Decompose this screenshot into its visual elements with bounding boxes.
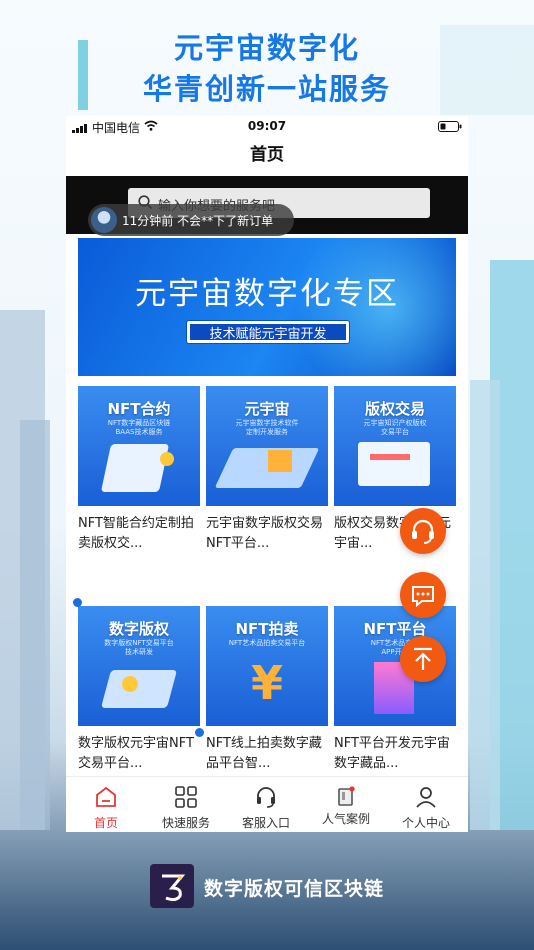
tab-quick-service[interactable]: 快速服务 <box>146 777 226 832</box>
promo-line-1: 元宇宙数字化 <box>173 31 360 65</box>
bottom-tab-bar: 首页 快速服务 客服入口 人气案例 个人中心 <box>66 776 468 832</box>
card-text: 元宇宙数字版权交易NFT平台... <box>206 516 324 551</box>
arrow-up-icon <box>414 647 432 670</box>
order-toast: 11分钟前 不会**下了新订单 <box>88 204 294 236</box>
platform-illustration <box>214 448 320 488</box>
status-bar: 中国电信 09:07 <box>66 116 468 138</box>
card-text: NFT线上拍卖数字藏品平台智... <box>206 736 322 771</box>
footer-brand-text: 数字版权可信区块链 <box>204 878 385 900</box>
chat-bubble-icon <box>412 586 434 608</box>
card-text: NFT智能合约定制拍卖版权交... <box>78 516 194 551</box>
tab-label: 快速服务 <box>161 816 210 830</box>
bg-bar-left-2 <box>20 420 50 830</box>
page-title: 首页 <box>250 145 284 165</box>
card-image: 数字版权 数字版权NFT交易平台 技术研发 <box>78 606 200 726</box>
service-card[interactable]: NFT平台 NFT艺术品交易 APP开发 NFT平台开发元宇宙数字藏品... <box>334 606 456 774</box>
customer-service-button[interactable] <box>400 508 446 554</box>
card-image-subtitle: NFT艺术品拍卖交易平台 <box>228 639 306 647</box>
book-icon <box>338 786 355 806</box>
avatar <box>91 207 117 233</box>
back-to-top-button[interactable] <box>400 636 446 682</box>
selection-handle[interactable] <box>73 598 82 607</box>
card-image: 元宇宙 元宇宙数字技术软件 定制开发服务 <box>206 386 328 506</box>
card-image-title: NFT拍卖 <box>235 620 299 638</box>
bg-bar-right-2 <box>470 380 500 830</box>
coin-icon <box>160 452 174 466</box>
tab-popular-cases[interactable]: 人气案例 <box>306 777 386 832</box>
card-image-subtitle: NFT数字藏品区块链 BAAS技术服务 <box>107 419 171 436</box>
tab-label: 个人中心 <box>401 816 450 830</box>
chart-icon <box>370 454 410 460</box>
service-card[interactable]: 元宇宙 元宇宙数字技术软件 定制开发服务 元宇宙数字版权交易NFT平台... <box>206 386 328 554</box>
tab-label: 人气案例 <box>321 812 370 826</box>
contract-document-icon <box>100 444 170 492</box>
banner-title: 元宇宙数字化专区 <box>135 276 399 312</box>
card-image: 版权交易 元宇宙知识产权版权 交易平台 <box>334 386 456 506</box>
banner-subtitle-pill: 技术赋能元宇宙开发 <box>186 320 350 344</box>
card-image-title: 元宇宙 <box>244 400 290 418</box>
grid-icon <box>175 786 197 808</box>
card-text: 数字版权元宇宙NFT交易平台... <box>78 736 194 771</box>
card-image: NFT拍卖 NFT艺术品拍卖交易平台 ¥ <box>206 606 328 726</box>
card-image-subtitle: 元宇宙数字技术软件 定制开发服务 <box>235 419 299 436</box>
card-stack-icon <box>268 450 292 472</box>
headset-icon <box>257 787 275 808</box>
card-image-subtitle: 数字版权NFT交易平台 技术研发 <box>104 639 174 656</box>
service-card[interactable]: 数字版权 数字版权NFT交易平台 技术研发 数字版权元宇宙NFT交易平台... <box>78 606 200 774</box>
battery-icon <box>438 121 462 135</box>
tab-label: 首页 <box>93 816 118 830</box>
footer-logo <box>150 864 194 908</box>
card-image-title: 版权交易 <box>364 400 425 418</box>
promo-line-2: 华青创新一站服务 <box>142 72 391 106</box>
service-card[interactable]: NFT合约 NFT数字藏品区块链 BAAS技术服务 NFT智能合约定制拍卖版权交… <box>78 386 200 554</box>
card-image-title: NFT合约 <box>107 400 171 418</box>
card-image: NFT合约 NFT数字藏品区块链 BAAS技术服务 <box>78 386 200 506</box>
tab-label: 客服入口 <box>241 816 290 830</box>
toast-text: 11分钟前 不会**下了新订单 <box>122 214 274 228</box>
person-icon <box>416 787 436 808</box>
headset-icon <box>412 519 434 544</box>
promo-banner[interactable]: 元宇宙数字化专区 技术赋能元宇宙开发 <box>78 238 456 376</box>
card-image-subtitle: 元宇宙知识产权版权 交易平台 <box>363 419 427 436</box>
yen-symbol-icon: ¥ <box>250 656 283 710</box>
tab-customer-service[interactable]: 客服入口 <box>226 777 306 832</box>
service-card[interactable]: NFT拍卖 NFT艺术品拍卖交易平台 ¥ NFT线上拍卖数字藏品平台智... <box>206 606 328 774</box>
card-text: NFT平台开发元宇宙数字藏品... <box>334 736 450 771</box>
message-button[interactable] <box>400 572 446 618</box>
tab-personal-center[interactable]: 个人中心 <box>386 777 466 832</box>
monitor-illustration <box>358 442 430 486</box>
clock-label: 09:07 <box>247 119 287 133</box>
gold-coin-icon <box>122 676 138 692</box>
brand-logo-icon <box>162 874 186 902</box>
coin-stack-illustration <box>100 670 178 708</box>
home-icon <box>96 786 116 807</box>
selection-handle[interactable] <box>195 728 204 737</box>
card-image-title: 数字版权 <box>108 620 169 638</box>
banner-subtitle: 技术赋能元宇宙开发 <box>209 327 327 342</box>
tab-home[interactable]: 首页 <box>66 777 146 832</box>
phone-screen: 中国电信 09:07 首页 输入你想要的服务吧 11分钟前 不会**下了新订单 … <box>66 116 468 832</box>
